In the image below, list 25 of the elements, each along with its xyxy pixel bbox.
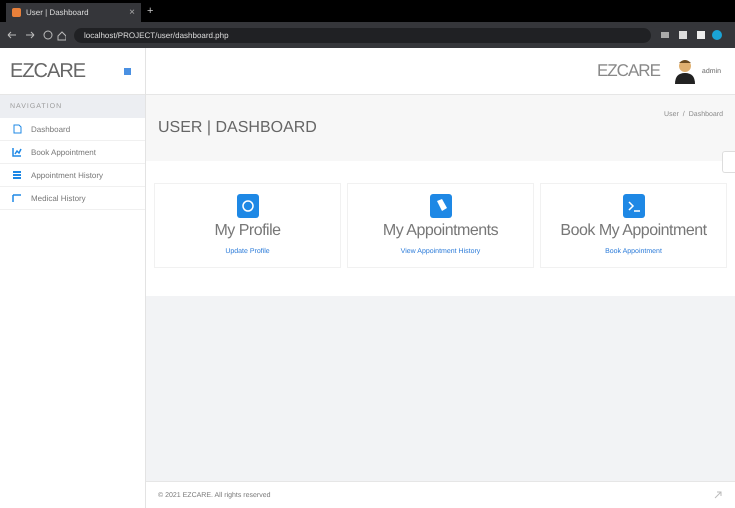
corner-icon (12, 193, 22, 203)
header-brand: EZCARE (596, 61, 660, 81)
card-title: Book My Appointment (560, 222, 707, 240)
terminal-icon (622, 194, 644, 218)
navigation-buttons-icon[interactable] (6, 29, 66, 41)
favicon-icon (12, 8, 21, 17)
user-avatar-icon[interactable] (674, 58, 696, 84)
card-title: My Profile (214, 222, 281, 240)
menu-icon[interactable] (124, 68, 131, 74)
file-icon (12, 124, 22, 134)
new-tab-button[interactable]: + (147, 5, 154, 17)
list-icon (12, 170, 22, 180)
chart-icon (12, 147, 22, 157)
tag-icon (430, 194, 452, 218)
sidebar-item[interactable]: Medical History (0, 187, 145, 210)
page-title: USER | DASHBOARD (158, 119, 318, 137)
sidebar-logo[interactable]: EZCARE (10, 60, 86, 82)
sidebar-item[interactable]: Book Appointment (0, 141, 145, 164)
sidebar-item[interactable]: Appointment History (0, 164, 145, 187)
browser-tab[interactable]: User | Dashboard × (6, 3, 141, 22)
tab-title: User | Dashboard (26, 8, 90, 17)
sidebar-item[interactable]: Dashboard (0, 118, 145, 141)
card-title: My Appointments (382, 222, 498, 240)
address-bar[interactable]: localhost/PROJECT/user/dashboard.php (74, 28, 651, 42)
close-tab-button[interactable]: × (129, 7, 135, 18)
